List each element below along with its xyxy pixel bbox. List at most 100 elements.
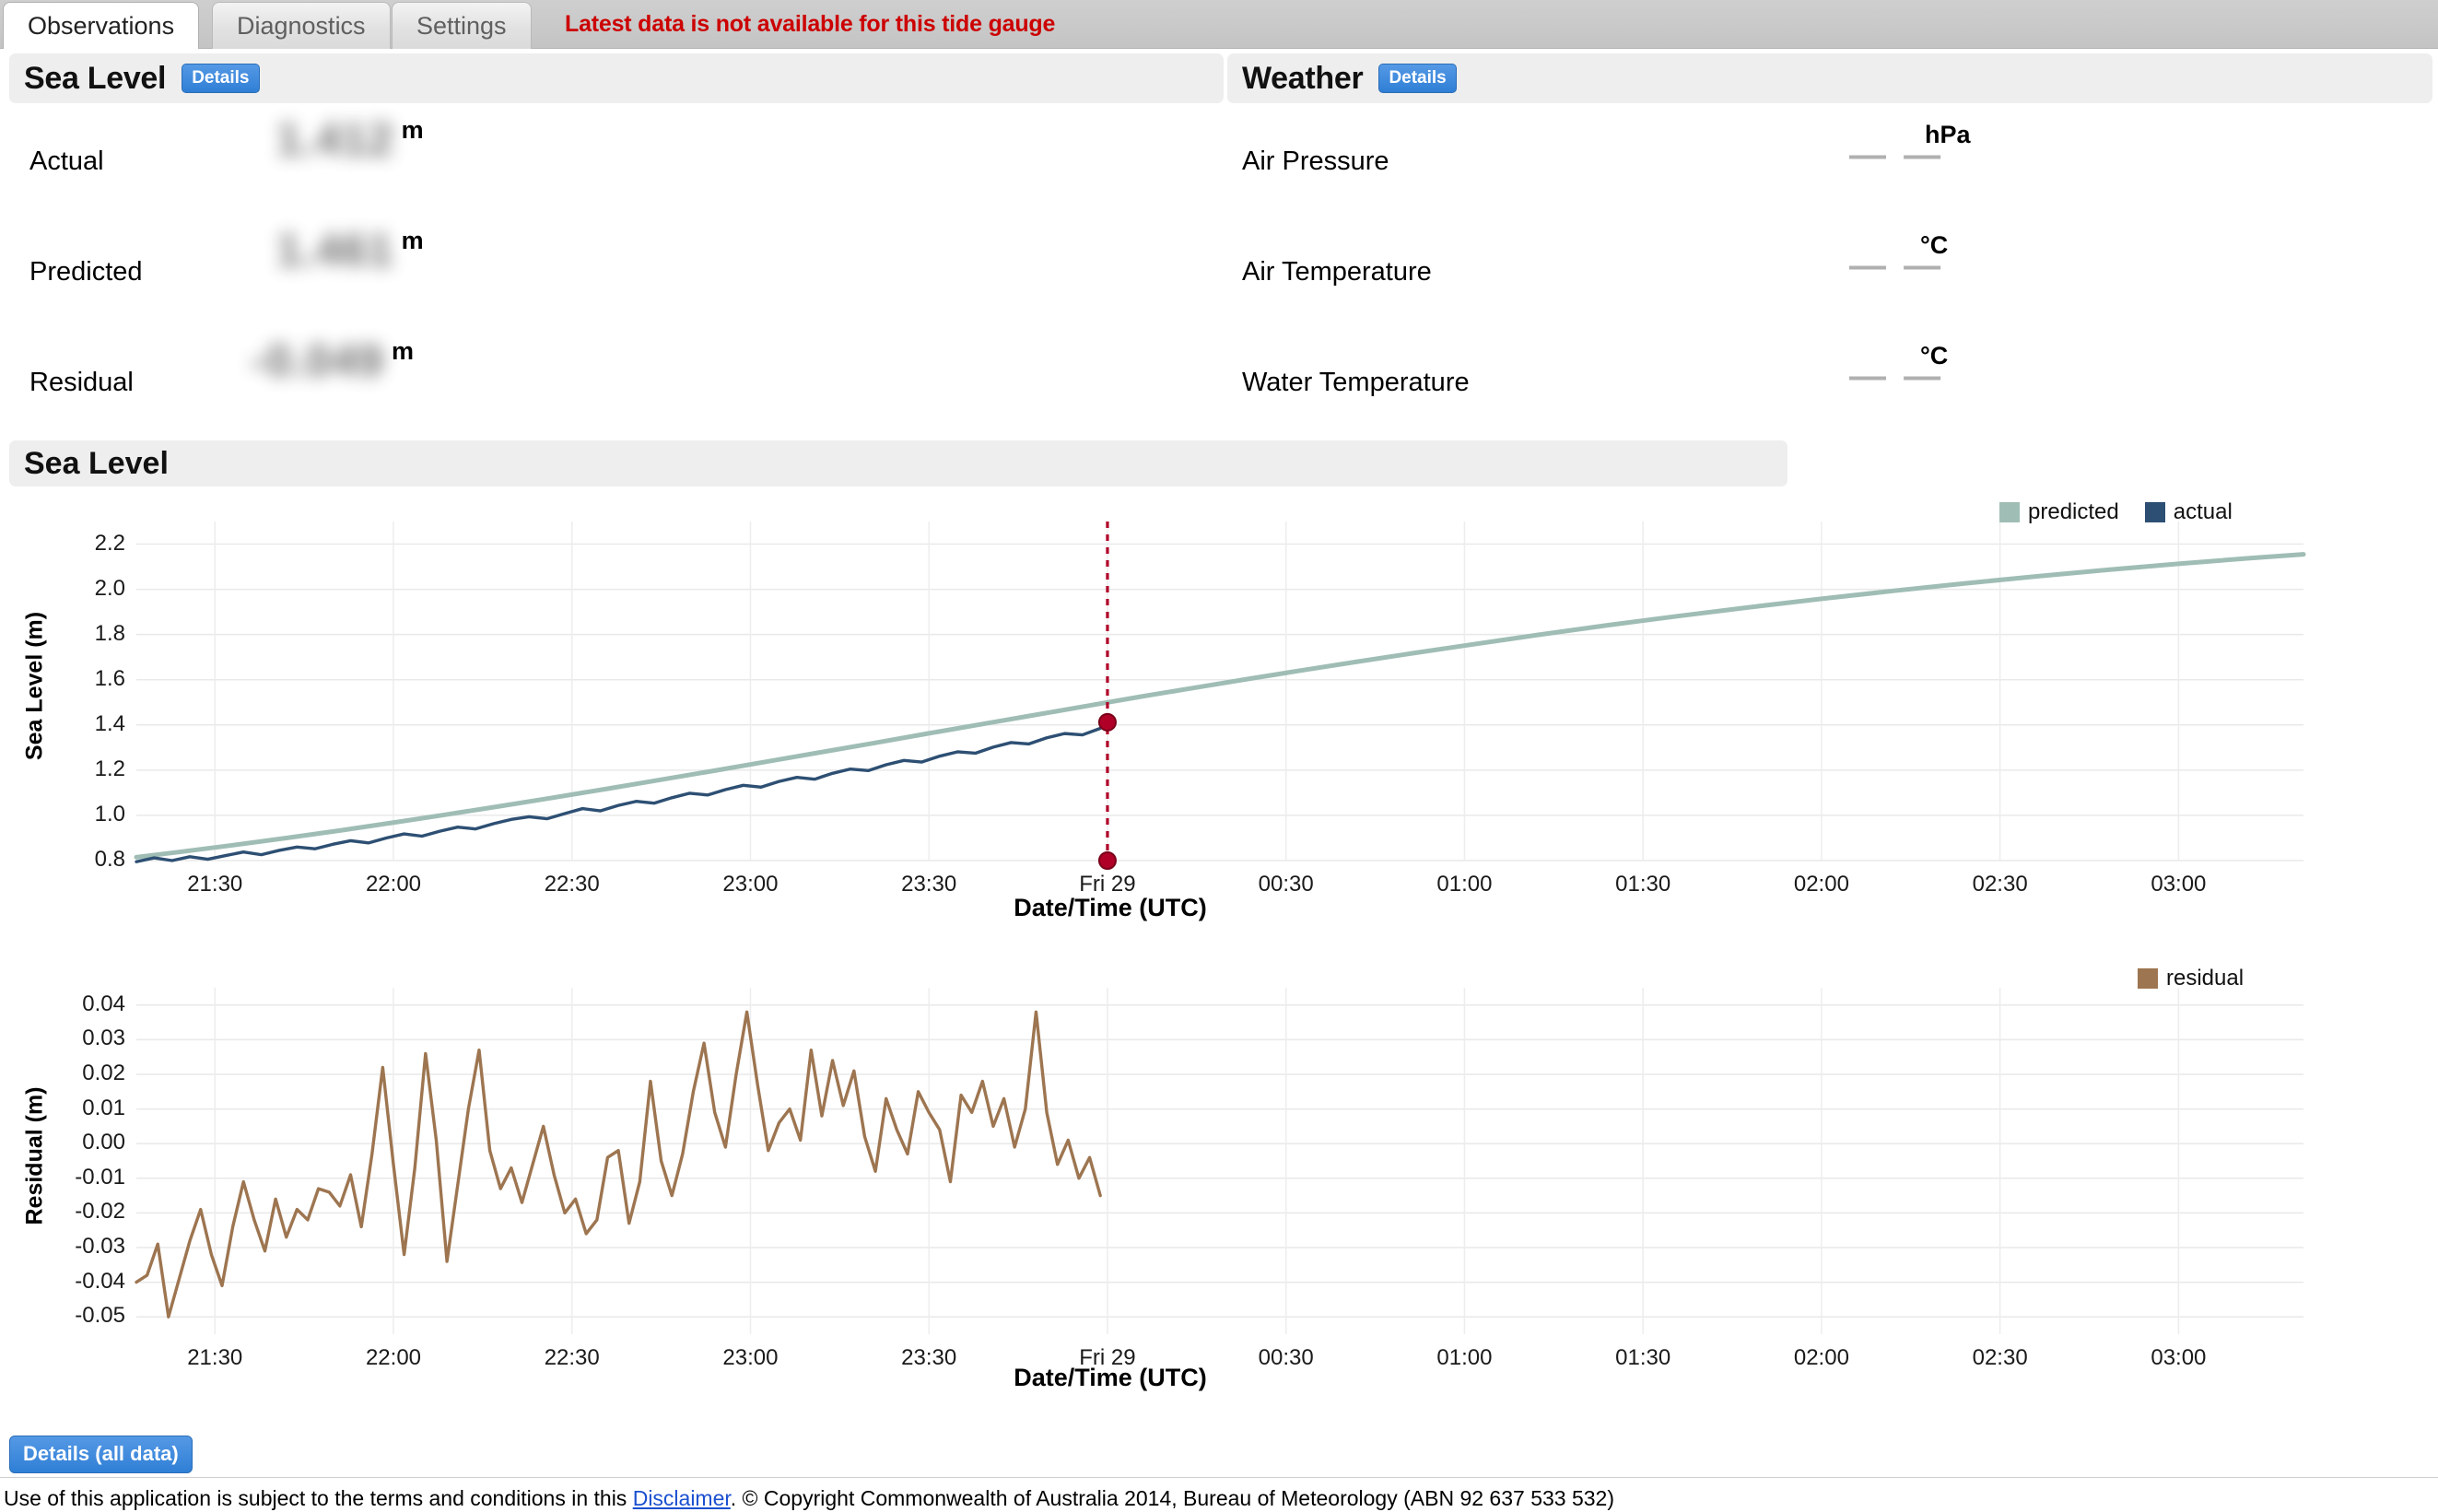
observation-label-residual: Residual — [29, 367, 134, 397]
residual-x-tick: 23:30 — [901, 1345, 957, 1370]
residual-chart: residual Residual (m) 0.04 0.03 0.02 0.01 0.… — [0, 960, 2438, 1430]
disclaimer-link[interactable]: Disclaimer — [633, 1486, 731, 1510]
sea-level-y-tick: 1.8 — [94, 620, 125, 646]
tab-bar: Observations Diagnostics Settings Latest… — [0, 0, 2438, 49]
legend-swatch-residual — [2138, 968, 2158, 989]
sea-level-x-tick: 01:00 — [1436, 872, 1493, 897]
footer-text: Use of this application is subject to th… — [4, 1486, 1614, 1511]
residual-x-tick: 02:30 — [1972, 1345, 2028, 1370]
observation-row-predicted: Predicted — [29, 243, 143, 300]
sea-level-y-tick: 1.0 — [94, 801, 125, 826]
sea-level-chart: predicted actual Sea Level (m) 0.8 1.0 1.2… — [0, 490, 2438, 960]
sea-level-panel-title: Sea Level — [24, 60, 167, 96]
residual-y-tick: -0.01 — [75, 1164, 125, 1190]
weather-unit-air-temperature: °C — [1920, 231, 1949, 259]
footer-divider — [0, 1477, 2438, 1478]
legend-swatch-predicted — [1999, 502, 2020, 522]
sea-level-x-tick: 00:30 — [1258, 872, 1314, 897]
residual-y-tick: 0.02 — [82, 1061, 125, 1085]
observation-label-actual: Actual — [29, 146, 104, 176]
sea-level-y-tick: 1.6 — [94, 665, 125, 691]
weather-label-air-temperature: Air Temperature — [1242, 256, 1432, 287]
sea-level-y-tick: 0.8 — [94, 847, 125, 872]
legend-item-residual: residual — [2138, 966, 2244, 991]
observation-value-residual: -0.049 — [251, 336, 384, 386]
tab-diagnostics-label: Diagnostics — [237, 11, 366, 40]
residual-y-tick: -0.04 — [75, 1268, 125, 1294]
observation-value-predicted: 1.461 — [276, 226, 394, 275]
sea-level-panel-header: Sea Level Details — [9, 53, 1224, 103]
observation-value-actual: 1.412 — [276, 115, 394, 165]
sea-level-x-tick: 02:30 — [1972, 872, 2028, 897]
residual-x-tick: 22:30 — [544, 1345, 600, 1370]
tab-observations[interactable]: Observations — [3, 2, 200, 49]
sea-level-x-tick: 03:00 — [2151, 872, 2207, 897]
chart-section-title: Sea Level — [24, 445, 169, 481]
residual-y-tick: -0.02 — [75, 1199, 125, 1225]
residual-y-tick: -0.03 — [75, 1234, 125, 1259]
sea-level-y-tick: 1.4 — [94, 710, 125, 736]
legend-swatch-actual — [2144, 502, 2165, 522]
weather-panel-header: Weather Details — [1227, 53, 2432, 103]
observation-unit-predicted: m — [401, 227, 424, 254]
footer-text-before: Use of this application is subject to th… — [4, 1486, 633, 1510]
residual-y-tick: 0.03 — [82, 1026, 125, 1051]
weather-unit-water-temperature: °C — [1920, 342, 1949, 369]
residual-x-tick: 01:00 — [1436, 1345, 1493, 1370]
legend-label-residual: residual — [2166, 966, 2245, 990]
legend-label-actual: actual — [2173, 499, 2233, 524]
observation-unit-actual: m — [401, 116, 424, 144]
residual-chart-legend: residual — [2138, 966, 2244, 991]
legend-item-actual: actual — [2144, 499, 2233, 525]
residual-y-tick: -0.05 — [75, 1303, 125, 1329]
weather-panel-title: Weather — [1242, 60, 1364, 96]
residual-y-tick: 0.04 — [82, 990, 125, 1016]
weather-label-air-pressure: Air Pressure — [1242, 146, 1389, 176]
residual-x-axis-title: Date/Time (UTC) — [1014, 1364, 1207, 1391]
observation-value-predicted-wrap: 1.461 m — [276, 229, 424, 274]
weather-row-air-pressure: Air Pressure — [1242, 133, 1389, 190]
observation-row-residual: Residual — [29, 354, 134, 411]
residual-x-tick: 23:00 — [722, 1345, 779, 1370]
sea-level-details-button[interactable]: Details — [182, 64, 260, 93]
sea-level-x-tick: 21:30 — [187, 872, 243, 897]
sea-level-y-tick: 1.2 — [94, 756, 125, 781]
residual-x-tick: 22:00 — [365, 1345, 422, 1370]
sea-level-chart-legend: predicted actual — [1999, 499, 2233, 525]
observation-unit-residual: m — [391, 337, 414, 365]
legend-label-predicted: predicted — [2028, 499, 2119, 524]
sea-level-x-tick: 02:00 — [1793, 872, 1849, 897]
sea-level-x-tick: 23:00 — [722, 872, 779, 897]
observation-label-predicted: Predicted — [29, 256, 143, 287]
sea-level-y-tick: 2.2 — [94, 530, 125, 556]
chart-section-header: Sea Level — [9, 440, 1787, 486]
observation-value-actual-wrap: 1.412 m — [276, 118, 424, 163]
sea-level-x-tick: 01:30 — [1615, 872, 1671, 897]
tab-settings[interactable]: Settings — [392, 2, 532, 49]
residual-x-tick: 00:30 — [1258, 1345, 1314, 1370]
sea-level-x-axis-title: Date/Time (UTC) — [1014, 894, 1207, 921]
weather-unit-air-pressure: hPa — [1925, 121, 1971, 148]
weather-row-water-temperature: Water Temperature — [1242, 354, 1470, 411]
residual-y-tick: 0.00 — [82, 1130, 125, 1155]
footer-text-after: . © Copyright Commonwealth of Australia … — [730, 1486, 1614, 1510]
weather-row-air-temperature: Air Temperature — [1242, 243, 1432, 300]
residual-y-tick: 0.01 — [82, 1095, 125, 1120]
weather-label-water-temperature: Water Temperature — [1242, 367, 1470, 397]
sea-level-x-tick: 22:30 — [544, 872, 600, 897]
residual-x-tick: 02:00 — [1793, 1345, 1849, 1370]
tab-diagnostics[interactable]: Diagnostics — [212, 2, 391, 49]
observation-row-actual: Actual — [29, 133, 104, 190]
tab-observations-label: Observations — [28, 11, 175, 40]
alert-banner: Latest data is not available for this ti… — [565, 11, 1056, 37]
sea-level-y-tick: 2.0 — [94, 575, 125, 601]
legend-item-predicted: predicted — [1999, 499, 2119, 525]
sea-level-x-tick: 23:30 — [901, 872, 957, 897]
residual-x-tick: 01:30 — [1615, 1345, 1671, 1370]
details-all-data-button[interactable]: Details (all data) — [9, 1436, 193, 1473]
weather-details-button[interactable]: Details — [1378, 64, 1457, 93]
observation-value-residual-wrap: -0.049 m — [251, 339, 414, 384]
tab-settings-label: Settings — [416, 11, 507, 40]
sea-level-x-tick: 22:00 — [365, 872, 422, 897]
residual-x-tick: 03:00 — [2151, 1345, 2207, 1370]
